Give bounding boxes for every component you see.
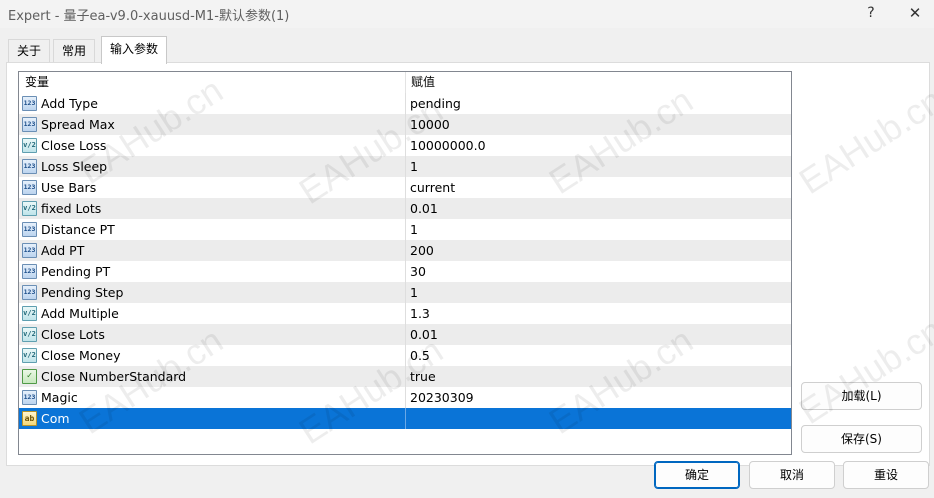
integer-type-icon: 123 bbox=[22, 222, 37, 237]
parameter-value[interactable]: 200 bbox=[405, 240, 791, 261]
close-icon[interactable]: ✕ bbox=[902, 2, 928, 24]
tab-about[interactable]: 关于 bbox=[8, 39, 51, 63]
parameter-row[interactable]: v/2 Close Loss 10000000.0 bbox=[19, 135, 791, 156]
parameter-name: Magic bbox=[41, 390, 78, 405]
string-type-icon: ab bbox=[22, 411, 37, 426]
parameter-row[interactable]: 123 Add PT 200 bbox=[19, 240, 791, 261]
parameters-grid[interactable]: 变量 赋值 123 Add Type pending 123 Spread Max 100… bbox=[18, 71, 792, 455]
parameter-value[interactable]: 0.01 bbox=[405, 198, 791, 219]
integer-type-icon: 123 bbox=[22, 159, 37, 174]
parameter-name: Add PT bbox=[41, 243, 85, 258]
parameter-value[interactable]: pending bbox=[405, 93, 791, 114]
parameter-value[interactable] bbox=[405, 408, 791, 429]
integer-type-icon: 123 bbox=[22, 180, 37, 195]
parameter-value[interactable]: true bbox=[405, 366, 791, 387]
ok-button[interactable]: 确定 bbox=[654, 461, 740, 489]
parameter-name: Add Multiple bbox=[41, 306, 119, 321]
parameter-value[interactable]: 10000 bbox=[405, 114, 791, 135]
parameter-name: Add Type bbox=[41, 96, 98, 111]
parameter-row[interactable]: v/2 fixed Lots 0.01 bbox=[19, 198, 791, 219]
double-type-icon: v/2 bbox=[22, 138, 37, 153]
parameter-value[interactable]: 1.3 bbox=[405, 303, 791, 324]
parameter-value[interactable]: 1 bbox=[405, 156, 791, 177]
integer-type-icon: 123 bbox=[22, 285, 37, 300]
parameter-name: Use Bars bbox=[41, 180, 97, 195]
tab-inputs[interactable]: 输入参数 bbox=[101, 36, 168, 64]
parameter-value[interactable]: 1 bbox=[405, 219, 791, 240]
parameter-value[interactable]: 1 bbox=[405, 282, 791, 303]
parameter-name: Loss Sleep bbox=[41, 159, 108, 174]
parameter-name: Com bbox=[41, 411, 70, 426]
parameter-value[interactable]: 10000000.0 bbox=[405, 135, 791, 156]
parameter-row[interactable]: 123 Spread Max 10000 bbox=[19, 114, 791, 135]
parameter-row[interactable]: 123 Magic 20230309 bbox=[19, 387, 791, 408]
parameter-value[interactable]: 30 bbox=[405, 261, 791, 282]
parameter-name: Close Money bbox=[41, 348, 121, 363]
integer-type-icon: 123 bbox=[22, 96, 37, 111]
parameter-value[interactable]: 0.01 bbox=[405, 324, 791, 345]
save-button[interactable]: 保存(S) bbox=[801, 425, 922, 453]
integer-type-icon: 123 bbox=[22, 264, 37, 279]
double-type-icon: v/2 bbox=[22, 348, 37, 363]
cancel-button[interactable]: 取消 bbox=[749, 461, 835, 489]
load-button[interactable]: 加载(L) bbox=[801, 382, 922, 410]
help-icon[interactable]: ? bbox=[858, 2, 884, 24]
column-header-value[interactable]: 赋值 bbox=[405, 72, 791, 93]
parameter-name: Pending Step bbox=[41, 285, 124, 300]
parameter-row[interactable]: ab Com bbox=[19, 408, 791, 429]
parameter-value[interactable]: 0.5 bbox=[405, 345, 791, 366]
integer-type-icon: 123 bbox=[22, 390, 37, 405]
boolean-type-icon: ✓ bbox=[22, 369, 37, 384]
integer-type-icon: 123 bbox=[22, 117, 37, 132]
parameter-name: Spread Max bbox=[41, 117, 115, 132]
grid-header: 变量 赋值 bbox=[19, 72, 791, 93]
integer-type-icon: 123 bbox=[22, 243, 37, 258]
reset-button[interactable]: 重设 bbox=[843, 461, 929, 489]
parameter-row[interactable]: v/2 Close Lots 0.01 bbox=[19, 324, 791, 345]
parameter-row[interactable]: 123 Use Bars current bbox=[19, 177, 791, 198]
parameter-row[interactable]: 123 Pending PT 30 bbox=[19, 261, 791, 282]
parameter-name: Pending PT bbox=[41, 264, 111, 279]
double-type-icon: v/2 bbox=[22, 201, 37, 216]
parameter-name: fixed Lots bbox=[41, 201, 102, 216]
parameter-value[interactable]: 20230309 bbox=[405, 387, 791, 408]
parameter-row[interactable]: 123 Add Type pending bbox=[19, 93, 791, 114]
double-type-icon: v/2 bbox=[22, 306, 37, 321]
parameter-name: Distance PT bbox=[41, 222, 115, 237]
parameter-name: Close Loss bbox=[41, 138, 107, 153]
parameter-row[interactable]: v/2 Add Multiple 1.3 bbox=[19, 303, 791, 324]
parameter-row[interactable]: 123 Loss Sleep 1 bbox=[19, 156, 791, 177]
parameter-row[interactable]: 123 Distance PT 1 bbox=[19, 219, 791, 240]
parameter-value[interactable]: current bbox=[405, 177, 791, 198]
parameter-row[interactable]: 123 Pending Step 1 bbox=[19, 282, 791, 303]
double-type-icon: v/2 bbox=[22, 327, 37, 342]
column-header-variable[interactable]: 变量 bbox=[19, 72, 405, 93]
title-bar: Expert - 量子ea-v9.0-xauusd-M1-默认参数(1) ? ✕ bbox=[0, 0, 934, 28]
parameter-row[interactable]: v/2 Close Money 0.5 bbox=[19, 345, 791, 366]
window-title: Expert - 量子ea-v9.0-xauusd-M1-默认参数(1) bbox=[8, 9, 290, 24]
tab-bar: 关于 常用 输入参数 bbox=[0, 36, 934, 64]
parameter-name: Close NumberStandard bbox=[41, 369, 187, 384]
tab-common[interactable]: 常用 bbox=[53, 39, 96, 63]
parameter-row[interactable]: ✓ Close NumberStandard true bbox=[19, 366, 791, 387]
parameter-name: Close Lots bbox=[41, 327, 105, 342]
